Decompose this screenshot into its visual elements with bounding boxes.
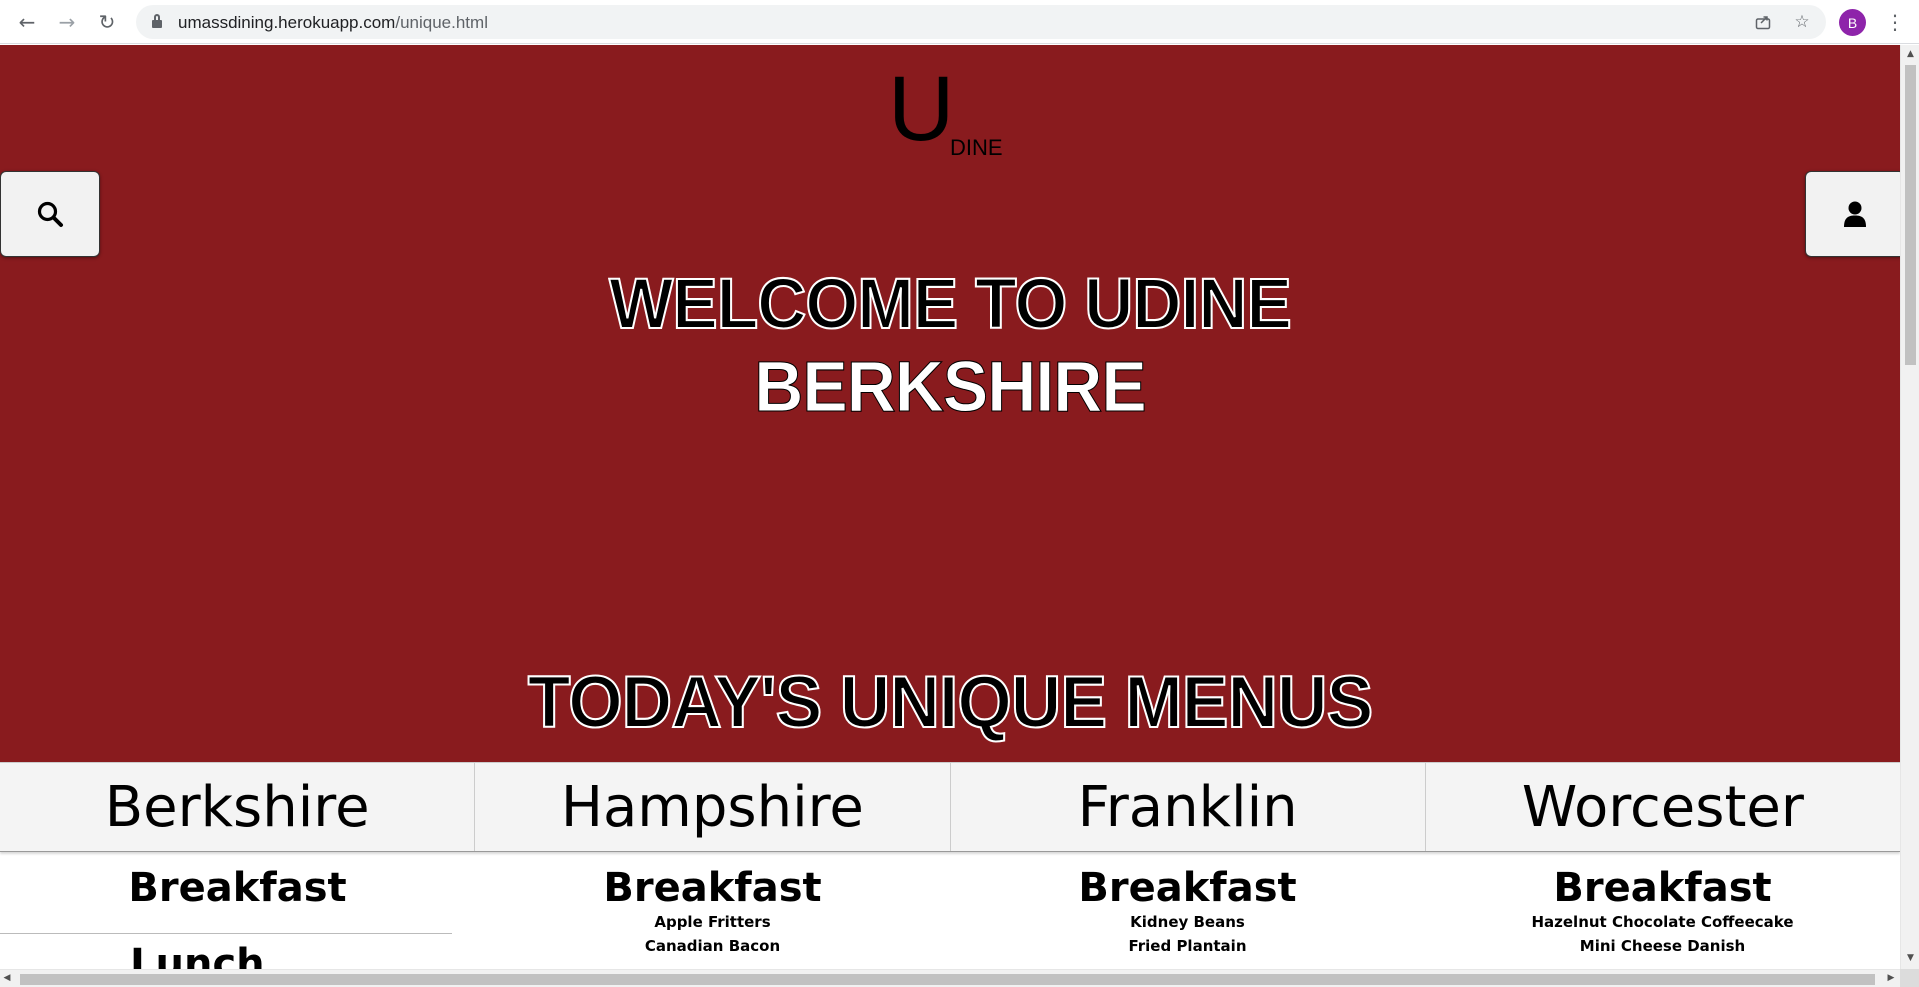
scroll-right-arrow-icon[interactable]: ▶ [1884, 973, 1898, 983]
hero-section: U DINE WELCOME TO UDINE BERKSHIRE TODAY'… [0, 45, 1900, 762]
search-icon [37, 201, 63, 227]
menu-column-hampshire: Breakfast Apple Fritters Canadian Bacon [475, 852, 950, 958]
scrollbar-corner [1900, 969, 1919, 987]
hall-tabs: Berkshire Hampshire Franklin Worcester [0, 762, 1900, 852]
tab-hampshire[interactable]: Hampshire [475, 763, 951, 851]
menu-item: Kidney Beans [1130, 913, 1245, 931]
tab-worcester[interactable]: Worcester [1426, 763, 1900, 851]
tab-berkshire[interactable]: Berkshire [0, 763, 476, 851]
menu-item: Apple Fritters [654, 913, 771, 931]
share-icon[interactable] [1752, 11, 1774, 33]
menu-item: Fried Plantain [1128, 937, 1247, 955]
reload-icon[interactable]: ↻ [92, 7, 122, 37]
horizontal-scrollbar[interactable]: ◀ ▶ [0, 969, 1900, 987]
logo-small-text: DINE [950, 135, 1003, 160]
udine-logo[interactable]: U DINE [888, 59, 1028, 159]
menu-item: Mini Cheese Danish [1579, 937, 1746, 955]
menu-item: Hazelnut Chocolate Coffeecake [1531, 913, 1794, 931]
kebab-menu-icon[interactable]: ⋮ [1885, 8, 1905, 36]
user-account-button[interactable] [1805, 171, 1900, 257]
menu-column-berkshire: Breakfast [0, 852, 475, 910]
section-divider [0, 933, 452, 934]
horizontal-scroll-thumb[interactable] [20, 974, 1875, 985]
url-text[interactable]: umassdining.herokuapp.com/unique.html [178, 13, 488, 33]
welcome-heading: WELCOME TO UDINE [608, 263, 1293, 345]
profile-avatar[interactable]: B [1839, 9, 1866, 36]
unique-menus-heading: TODAY'S UNIQUE MENUS [527, 660, 1375, 744]
vertical-scroll-thumb[interactable] [1905, 65, 1916, 365]
forward-arrow-icon[interactable]: → [52, 7, 82, 37]
meal-title: Breakfast [1553, 865, 1772, 911]
lunch-title-partial: Lunch [130, 941, 265, 969]
menu-columns: Breakfast Breakfast Apple Fritters Canad… [0, 852, 1900, 969]
page-viewport: U DINE WELCOME TO UDINE BERKSHIRE TODAY'… [0, 45, 1900, 969]
menu-item: Canadian Bacon [644, 937, 781, 955]
lock-icon [152, 14, 162, 28]
star-icon[interactable]: ☆ [1791, 11, 1813, 33]
browser-toolbar: ← → ↻ umassdining.herokuapp.com/unique.h… [0, 0, 1919, 44]
back-arrow-icon[interactable]: ← [12, 7, 42, 37]
user-icon [1844, 201, 1866, 227]
hall-name-heading: BERKSHIRE [754, 347, 1148, 428]
tab-franklin[interactable]: Franklin [951, 763, 1426, 851]
scroll-left-arrow-icon[interactable]: ◀ [0, 973, 14, 983]
menu-column-franklin: Breakfast Kidney Beans Fried Plantain [950, 852, 1425, 958]
logo-big-letter: U [888, 58, 955, 160]
meal-title: Breakfast [128, 865, 347, 911]
scroll-down-arrow-icon[interactable]: ▼ [1901, 953, 1919, 963]
search-button[interactable] [0, 171, 100, 257]
meal-title: Breakfast [1078, 865, 1297, 911]
vertical-scrollbar[interactable]: ▲ ▼ [1900, 45, 1919, 969]
menu-column-worcester: Breakfast Hazelnut Chocolate Coffeecake … [1425, 852, 1900, 958]
scroll-up-arrow-icon[interactable]: ▲ [1901, 49, 1919, 59]
address-bar[interactable]: umassdining.herokuapp.com/unique.html ☆ [136, 5, 1826, 39]
meal-title: Breakfast [603, 865, 822, 911]
